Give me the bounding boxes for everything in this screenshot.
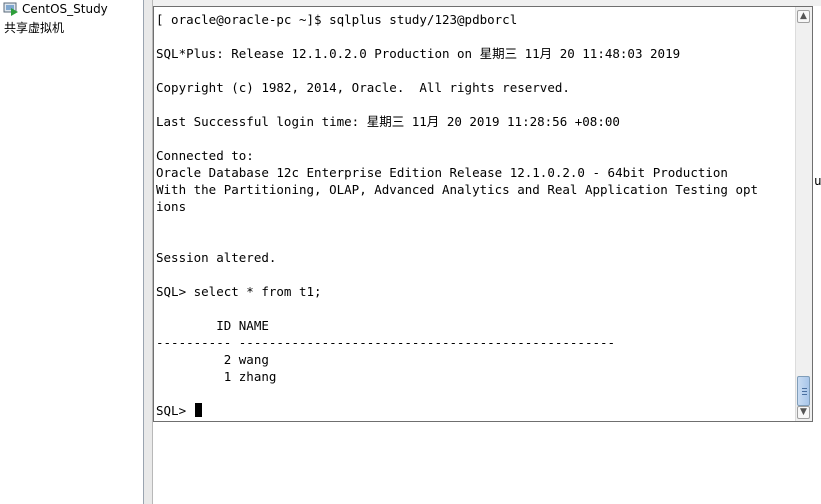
terminal-output: [ oracle@oracle-pc ~]$ sqlplus study/123… [156, 11, 796, 417]
terminal-line-text: Last Successful login time: 星期三 11月 20 2… [156, 114, 620, 129]
vm-library-sidebar: CentOS_Study 共享虚拟机 [0, 0, 144, 504]
grip-line [802, 388, 807, 389]
terminal-line: Copyright (c) 1982, 2014, Oracle. All ri… [156, 79, 796, 96]
vm-item-label: CentOS_Study [22, 1, 108, 16]
terminal-line-text: ---------- -----------------------------… [156, 335, 616, 350]
terminal-line: Connected to: [156, 147, 796, 164]
terminal-line-text: SQL> select * from t1; [156, 284, 322, 299]
terminal-line-text: Connected to: [156, 148, 254, 163]
shared-vms-label: 共享虚拟机 [4, 21, 65, 35]
terminal-line: Oracle Database 12c Enterprise Edition R… [156, 164, 796, 181]
terminal-window[interactable]: [ oracle@oracle-pc ~]$ sqlplus study/123… [153, 6, 813, 422]
terminal-line: ---------- -----------------------------… [156, 334, 796, 351]
terminal-line: SQL> select * from t1; [156, 283, 796, 300]
terminal-line-text: 2 wang [156, 352, 269, 367]
vm-icon [3, 2, 19, 16]
terminal-line-text: ID NAME [156, 318, 269, 333]
empty-area [153, 422, 821, 504]
shared-vms-item[interactable]: 共享虚拟机 [4, 19, 64, 36]
terminal-line: [ oracle@oracle-pc ~]$ sqlplus study/123… [156, 11, 796, 28]
grip-line [802, 394, 807, 395]
vertical-scrollbar[interactable]: ▲ ▼ [795, 7, 812, 421]
terminal-line: ions [156, 198, 796, 215]
terminal-line: 2 wang [156, 351, 796, 368]
terminal-line: With the Partitioning, OLAP, Advanced An… [156, 181, 796, 198]
scroll-down-icon[interactable]: ▼ [797, 406, 810, 419]
terminal-line-text: With the Partitioning, OLAP, Advanced An… [156, 182, 759, 197]
terminal-line-text: [ oracle@oracle-pc ~]$ sqlplus study/123… [156, 12, 518, 27]
panel-splitter[interactable] [144, 0, 153, 504]
terminal-line-text: SQL> [156, 403, 194, 417]
terminal-line-text: Session altered. [156, 250, 277, 265]
terminal-line: 1 zhang [156, 368, 796, 385]
terminal-line-text: Copyright (c) 1982, 2014, Oracle. All ri… [156, 80, 570, 95]
terminal-line: ID NAME [156, 317, 796, 334]
text-cursor [194, 403, 202, 417]
terminal-line-text: Oracle Database 12c Enterprise Edition R… [156, 165, 728, 180]
scroll-thumb[interactable] [797, 376, 810, 406]
clipped-text-fragment: u [814, 173, 821, 188]
terminal-line: Last Successful login time: 星期三 11月 20 2… [156, 113, 796, 130]
terminal-line-text: 1 zhang [156, 369, 277, 384]
terminal-line: SQL> [156, 402, 796, 417]
terminal-line: Session altered. [156, 249, 796, 266]
terminal-line-text: ions [156, 199, 187, 214]
scroll-up-icon[interactable]: ▲ [797, 10, 810, 23]
grip-line [802, 391, 807, 392]
terminal-line: SQL*Plus: Release 12.1.0.2.0 Production … [156, 45, 796, 62]
vm-item-centos-study[interactable]: CentOS_Study [3, 0, 108, 17]
terminal-line-text: SQL*Plus: Release 12.1.0.2.0 Production … [156, 46, 681, 61]
